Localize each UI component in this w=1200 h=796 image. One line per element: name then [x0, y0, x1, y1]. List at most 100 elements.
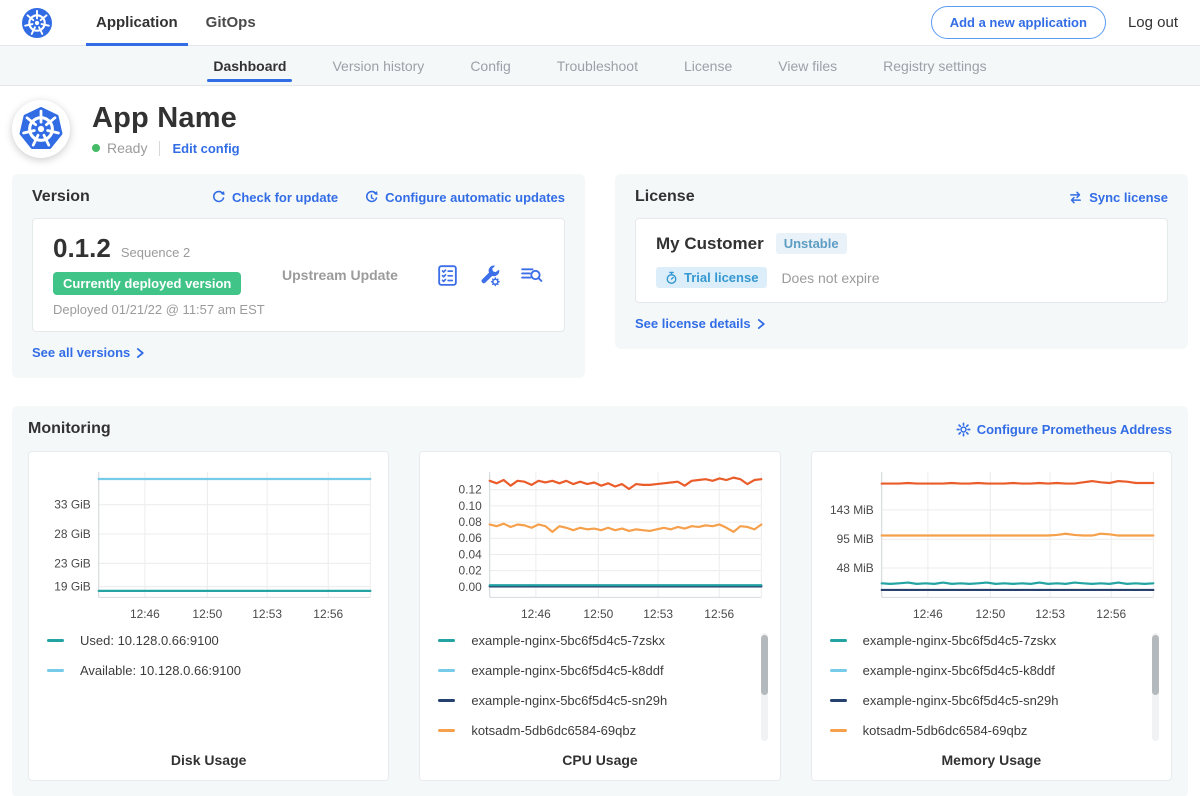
kubernetes-logo-icon[interactable] — [22, 8, 52, 38]
memory-usage-chart: 48 MiB95 MiB143 MiB12:4612:5012:5312:56 — [824, 462, 1159, 625]
sync-license-link[interactable]: Sync license — [1068, 190, 1168, 205]
sync-license-label: Sync license — [1089, 190, 1168, 205]
svg-text:0.04: 0.04 — [459, 547, 483, 561]
chart-title: Memory Usage — [824, 752, 1159, 768]
svg-text:19 GiB: 19 GiB — [54, 580, 90, 594]
legend-item: Used: 10.128.0.66:9100 — [47, 633, 362, 648]
tab-application[interactable]: Application — [82, 0, 192, 46]
tab-license-label: License — [684, 58, 732, 74]
divider — [159, 141, 160, 156]
tab-registry-settings[interactable]: Registry settings — [883, 46, 986, 85]
svg-text:12:46: 12:46 — [913, 607, 943, 621]
tab-license[interactable]: License — [684, 46, 732, 85]
refresh-icon — [211, 190, 226, 205]
status-text: Ready — [107, 140, 147, 156]
disk-usage-card: 19 GiB23 GiB28 GiB33 GiB12:4612:5012:531… — [28, 451, 389, 781]
legend-item: example-nginx-5bc6f5d4c5-k8ddf — [438, 663, 753, 678]
tab-gitops[interactable]: GitOps — [192, 0, 270, 46]
legend-label: example-nginx-5bc6f5d4c5-k8ddf — [863, 663, 1055, 678]
svg-text:12:50: 12:50 — [975, 607, 1005, 621]
legend-swatch — [830, 699, 847, 702]
tab-config[interactable]: Config — [470, 46, 510, 85]
tab-application-label: Application — [96, 14, 178, 31]
version-card-title: Version — [32, 188, 90, 206]
tab-dashboard-label: Dashboard — [213, 58, 286, 74]
legend-swatch — [830, 669, 847, 672]
tab-troubleshoot[interactable]: Troubleshoot — [557, 46, 638, 85]
license-card: License Sync license My Customer Unstabl… — [615, 174, 1188, 349]
svg-text:28 GiB: 28 GiB — [54, 527, 90, 541]
svg-text:143 MiB: 143 MiB — [830, 503, 874, 517]
legend-item: kotsadm-5db6dc6584-69qbz — [830, 723, 1145, 738]
svg-text:12:50: 12:50 — [584, 607, 614, 621]
svg-text:23 GiB: 23 GiB — [54, 556, 90, 570]
wrench-gear-icon — [477, 263, 502, 288]
view-diff-button[interactable] — [519, 263, 544, 288]
svg-text:12:53: 12:53 — [644, 607, 674, 621]
license-expiry: Does not expire — [781, 270, 879, 286]
cpu-usage-chart: 0.000.020.040.060.080.100.1212:4612:5012… — [432, 462, 767, 625]
tab-view-files[interactable]: View files — [778, 46, 837, 85]
svg-text:12:56: 12:56 — [313, 607, 343, 621]
clock-refresh-icon — [364, 190, 379, 205]
legend-item: kotsadm-5db6dc6584-69qbz — [438, 723, 753, 738]
configure-automatic-updates-link[interactable]: Configure automatic updates — [364, 190, 565, 205]
svg-text:12:56: 12:56 — [1096, 607, 1126, 621]
file-search-icon — [519, 263, 544, 288]
chevron-right-icon — [136, 347, 145, 359]
tab-config-label: Config — [470, 58, 510, 74]
edit-config-link[interactable]: Edit config — [172, 141, 239, 156]
version-number: 0.1.2 — [53, 233, 111, 264]
legend-swatch — [830, 639, 847, 642]
monitoring-section: Monitoring Configure Prometheus Address … — [12, 406, 1188, 796]
svg-text:0.12: 0.12 — [459, 483, 483, 497]
monitoring-title: Monitoring — [28, 420, 111, 438]
kubernetes-app-icon — [19, 107, 63, 151]
memory-usage-card: 48 MiB95 MiB143 MiB12:4612:5012:5312:56 … — [811, 451, 1172, 781]
add-application-button[interactable]: Add a new application — [931, 6, 1106, 39]
legend-swatch — [438, 699, 455, 702]
svg-text:33 GiB: 33 GiB — [54, 498, 90, 512]
tab-registry-settings-label: Registry settings — [883, 58, 986, 74]
legend-scrollbar-thumb[interactable] — [761, 635, 768, 695]
app-sub-nav: Dashboard Version history Config Trouble… — [0, 46, 1200, 86]
configure-prometheus-label: Configure Prometheus Address — [977, 422, 1172, 437]
preflight-checks-button[interactable] — [435, 263, 460, 288]
legend-swatch — [830, 729, 847, 732]
configure-automatic-updates-label: Configure automatic updates — [385, 190, 565, 205]
deployed-timestamp: Deployed 01/21/22 @ 11:57 am EST — [53, 302, 268, 317]
svg-text:0.08: 0.08 — [459, 515, 483, 529]
legend-swatch — [47, 639, 64, 642]
edit-config-version-button[interactable] — [477, 263, 502, 288]
svg-text:12:56: 12:56 — [705, 607, 735, 621]
tab-version-history[interactable]: Version history — [332, 46, 424, 85]
disk-usage-chart: 19 GiB23 GiB28 GiB33 GiB12:4612:5012:531… — [41, 462, 376, 625]
svg-text:48 MiB: 48 MiB — [836, 561, 873, 575]
configure-prometheus-link[interactable]: Configure Prometheus Address — [956, 422, 1172, 437]
deployed-badge: Currently deployed version — [53, 272, 241, 295]
legend-label: kotsadm-5db6dc6584-69qbz — [471, 723, 636, 738]
check-for-update-label: Check for update — [232, 190, 338, 205]
check-for-update-link[interactable]: Check for update — [211, 190, 338, 205]
see-all-versions-link[interactable]: See all versions — [32, 345, 145, 360]
status-dot — [92, 144, 100, 152]
legend-scrollbar[interactable] — [1152, 633, 1159, 741]
legend-item: example-nginx-5bc6f5d4c5-7zskx — [438, 633, 753, 648]
logout-link[interactable]: Log out — [1128, 14, 1178, 31]
legend-scrollbar-thumb[interactable] — [1152, 635, 1159, 695]
svg-text:12:53: 12:53 — [252, 607, 282, 621]
svg-text:0.00: 0.00 — [459, 580, 483, 594]
legend-item: example-nginx-5bc6f5d4c5-sn29h — [438, 693, 753, 708]
chevron-right-icon — [757, 318, 766, 330]
legend-scrollbar[interactable] — [761, 633, 768, 741]
legend-label: example-nginx-5bc6f5d4c5-k8ddf — [471, 663, 663, 678]
tab-dashboard[interactable]: Dashboard — [213, 46, 286, 85]
legend-item: example-nginx-5bc6f5d4c5-sn29h — [830, 693, 1145, 708]
svg-text:12:50: 12:50 — [192, 607, 222, 621]
top-nav: Application GitOps Add a new application… — [0, 0, 1200, 46]
svg-text:0.06: 0.06 — [459, 531, 483, 545]
see-license-details-link[interactable]: See license details — [635, 316, 766, 331]
customer-name: My Customer — [656, 234, 764, 254]
svg-text:12:46: 12:46 — [521, 607, 551, 621]
app-header: App Name Ready Edit config — [0, 86, 1200, 174]
